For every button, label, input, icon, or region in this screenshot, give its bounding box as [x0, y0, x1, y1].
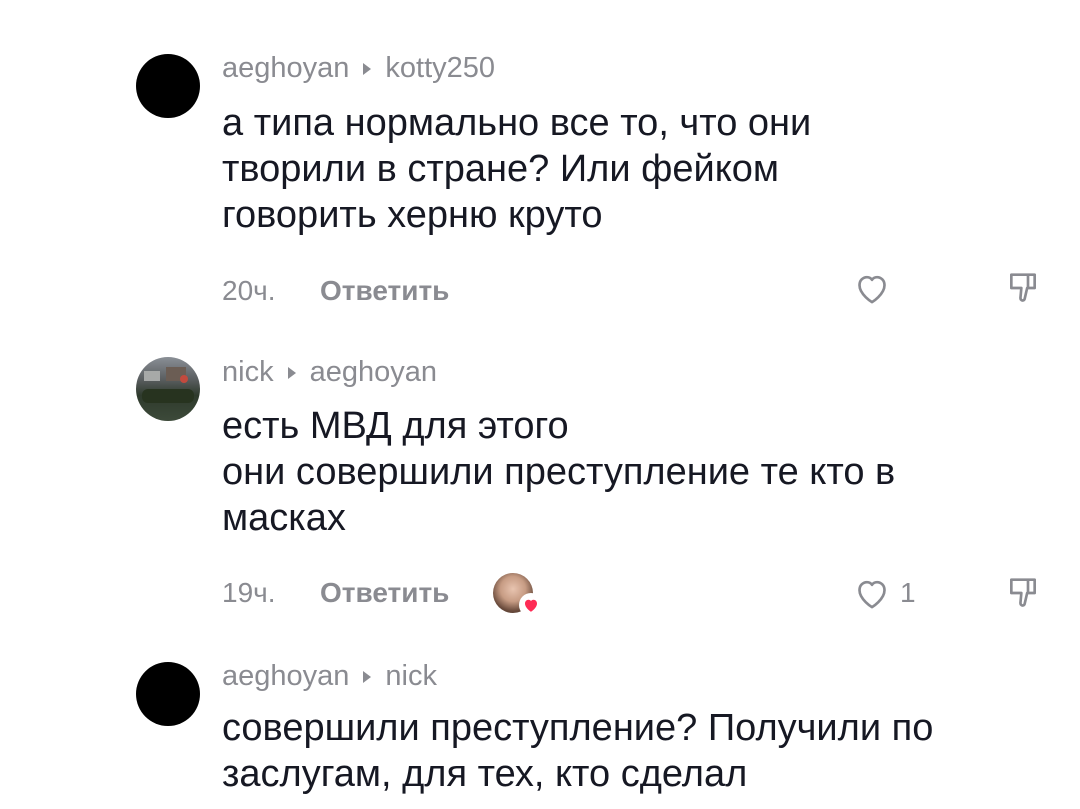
- comment-meta: 19ч. Ответить: [222, 573, 544, 617]
- like-button[interactable]: 1: [852, 573, 916, 613]
- reply-to-name[interactable]: aeghoyan: [310, 356, 437, 389]
- comment-line: совершили преступление? Получили по: [222, 707, 934, 749]
- reply-button[interactable]: Ответить: [320, 577, 449, 609]
- comment-meta: 20ч. Ответить: [222, 271, 449, 311]
- heart-outline-icon: [858, 275, 886, 304]
- reply-to-name[interactable]: kotty250: [385, 52, 495, 85]
- timestamp: 19ч.: [222, 577, 276, 608]
- caret-right-icon: [287, 366, 296, 379]
- comment-line: они совершили преступление те кто в: [222, 451, 896, 493]
- comment-line: говорить херню круто: [222, 194, 603, 236]
- comment-header: nick aeghoyan: [222, 356, 437, 389]
- avatar[interactable]: [136, 54, 200, 118]
- caret-right-icon: [363, 670, 372, 683]
- author-name[interactable]: aeghoyan: [222, 52, 349, 85]
- thumbs-down-outline-icon: [1010, 578, 1036, 607]
- dislike-button[interactable]: [1003, 268, 1043, 313]
- author-name[interactable]: aeghoyan: [222, 660, 349, 693]
- reply-to-name[interactable]: nick: [385, 660, 437, 693]
- comment-line: творили в стране? Или фейком: [222, 148, 780, 190]
- reply-button[interactable]: Ответить: [320, 275, 449, 307]
- comment-text: а типа нормально все то, что они творили…: [222, 100, 1052, 238]
- heart-outline-icon: [858, 580, 886, 609]
- timestamp: 20ч.: [222, 275, 276, 306]
- avatar[interactable]: [136, 357, 200, 421]
- comment-header: aeghoyan kotty250: [222, 52, 495, 85]
- avatar[interactable]: [136, 662, 200, 726]
- caret-right-icon: [363, 62, 372, 75]
- like-button[interactable]: [852, 268, 900, 308]
- like-count: 1: [900, 577, 916, 608]
- comment-line: масках: [222, 497, 346, 539]
- creator-liked-avatar: [493, 573, 544, 617]
- heart-badge-icon: [519, 593, 544, 617]
- author-name[interactable]: nick: [222, 356, 274, 389]
- comment-header: aeghoyan nick: [222, 660, 437, 693]
- comment-line: а типа нормально все то, что они: [222, 102, 812, 144]
- comment-line: заслугам, для тех, кто сделал: [222, 753, 748, 795]
- comment-text: есть МВД для этого они совершили преступ…: [222, 403, 1052, 541]
- thumbs-down-outline-icon: [1010, 273, 1036, 302]
- comment-text: совершили преступление? Получили по засл…: [222, 705, 1052, 797]
- comment-line: есть МВД для этого: [222, 405, 569, 447]
- dislike-button[interactable]: [1003, 573, 1043, 618]
